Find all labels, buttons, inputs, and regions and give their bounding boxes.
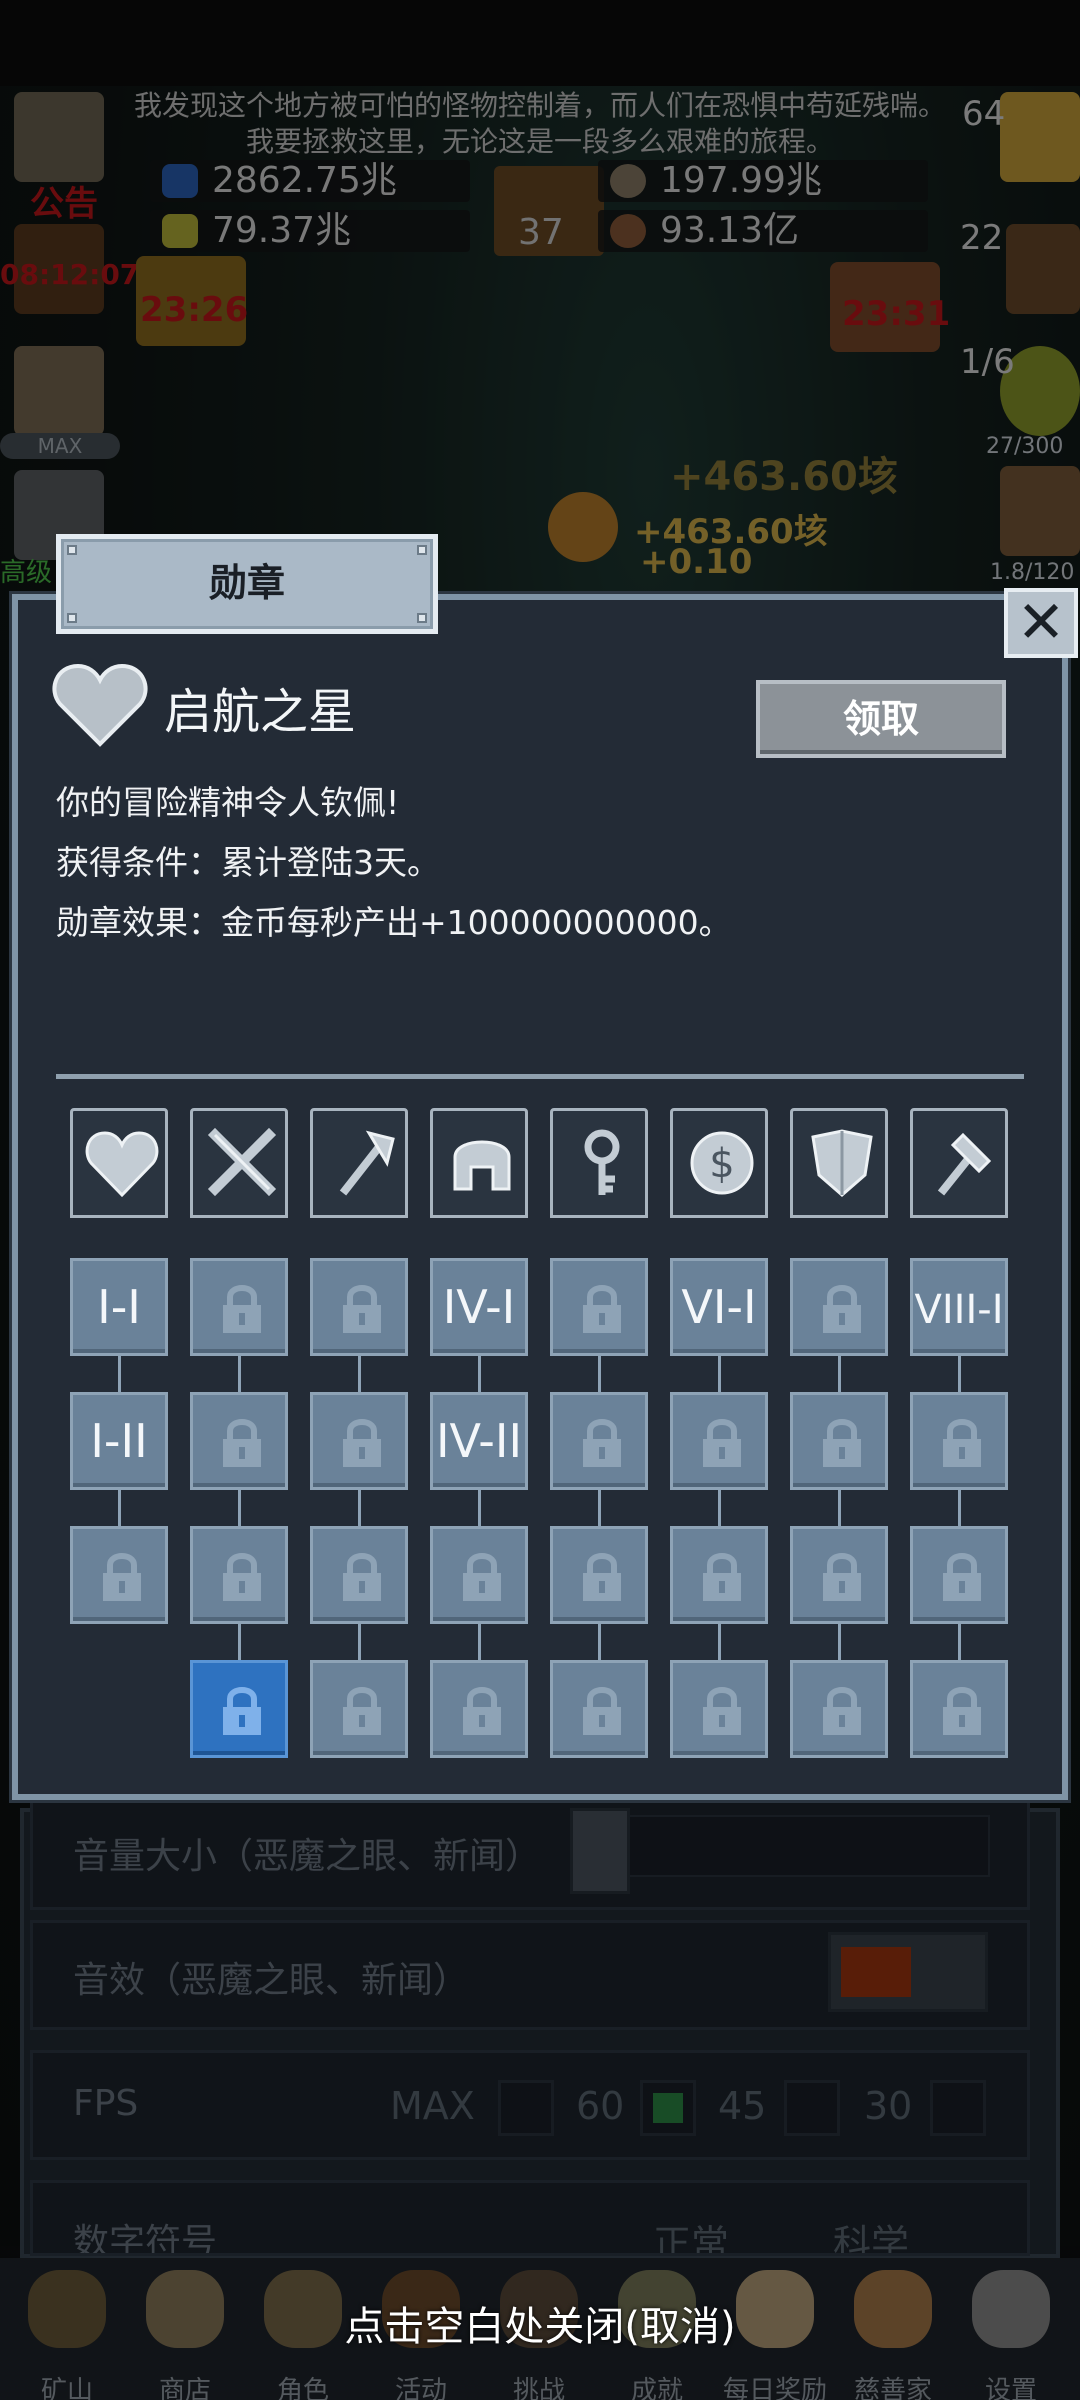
cell-connector [358,1356,361,1394]
medal-cell-locked[interactable] [790,1526,888,1624]
close-hint[interactable]: 点击空白处关闭(取消) [0,2294,1080,2352]
medal-cell-locked[interactable] [550,1526,648,1624]
medal-cell-unlocked[interactable]: IV-I [430,1258,528,1356]
medal-category-helmet[interactable] [430,1108,528,1218]
cell-connector [598,1624,601,1662]
medal-cell-selected-locked[interactable] [190,1660,288,1758]
cell-connector [358,1624,361,1662]
medal-cell-locked[interactable] [790,1258,888,1356]
close-icon: ✕ [1016,588,1066,656]
helmet-icon [453,1140,511,1191]
rivet [67,545,77,555]
medal-cell-locked[interactable] [910,1660,1008,1758]
cell-connector [958,1356,961,1394]
claim-button[interactable]: 领取 [756,680,1006,758]
medal-cell-locked[interactable] [910,1392,1008,1490]
medal-cell-locked[interactable] [190,1526,288,1624]
cell-connector [478,1624,481,1662]
medal-cell-locked[interactable] [430,1660,528,1758]
medal-cell-locked[interactable] [550,1258,648,1356]
medal-cell-locked[interactable] [190,1258,288,1356]
cell-connector [118,1490,121,1528]
medal-cell-locked[interactable] [70,1526,168,1624]
medal-effect: 勋章效果：金币每秒产出+100000000000。 [56,903,732,942]
medal-cell-unlocked[interactable]: VI-I [670,1258,768,1356]
cell-connector [838,1356,841,1394]
medal-cell-label: IV-I [442,1280,516,1334]
coin-icon: $ [690,1131,754,1195]
medal-cell-locked[interactable] [910,1526,1008,1624]
cell-connector [358,1490,361,1528]
crossed-swords-icon [207,1127,277,1197]
medal-name: 启航之星 [164,684,357,740]
rivet [417,545,427,555]
cell-connector [718,1356,721,1394]
cell-connector [478,1356,481,1394]
medal-cell-locked[interactable] [790,1392,888,1490]
medal-cell-locked[interactable] [670,1392,768,1490]
medal-cell-locked[interactable] [310,1392,408,1490]
medal-cell-locked[interactable] [310,1660,408,1758]
cell-connector [838,1624,841,1662]
rivet [417,613,427,623]
cell-connector [958,1490,961,1528]
dialog-title: 勋章 [208,561,285,605]
medal-flavor-text: 你的冒险精神令人钦佩! [56,783,400,822]
medal-category-heart[interactable] [70,1108,168,1218]
medal-category-hammer[interactable] [910,1108,1008,1218]
cell-connector [118,1356,121,1394]
medal-cell-unlocked[interactable]: VIII-I [910,1258,1008,1356]
key-icon [584,1129,620,1195]
cell-connector [718,1624,721,1662]
medal-cell-locked[interactable] [670,1660,768,1758]
rivet [67,613,77,623]
cell-connector [238,1356,241,1394]
medal-cell-locked[interactable] [790,1660,888,1758]
cell-connector [598,1356,601,1394]
cell-connector [598,1490,601,1528]
medal-condition: 获得条件：累计登陆3天。 [56,843,440,882]
medal-cell-locked[interactable] [310,1526,408,1624]
heart-icon [85,1131,159,1198]
medal-cell-locked[interactable] [550,1660,648,1758]
medal-cell-label: VIII-I [914,1287,1004,1333]
medal-category-axe[interactable] [310,1108,408,1218]
medal-cell-locked[interactable] [310,1258,408,1356]
cell-connector [238,1490,241,1528]
shield-icon [811,1129,873,1197]
cell-connector [958,1624,961,1662]
medal-cell-unlocked[interactable]: I-I [70,1258,168,1356]
medal-category-key[interactable] [550,1108,648,1218]
dialog-title-tab: 勋章 [56,534,438,634]
medal-category-shield[interactable] [790,1108,888,1218]
cell-connector [838,1490,841,1528]
medal-cell-label: IV-II [435,1414,523,1468]
medal-cell-unlocked[interactable]: I-II [70,1392,168,1490]
medal-cell-label: I-II [90,1414,148,1468]
cell-connector [238,1624,241,1662]
cell-connector [718,1490,721,1528]
medal-cell-locked[interactable] [430,1526,528,1624]
selected-medal-heart-icon [52,660,148,750]
medal-cell-unlocked[interactable]: IV-II [430,1392,528,1490]
medal-category-crossed-swords[interactable] [190,1108,288,1218]
close-button[interactable]: ✕ [1004,588,1078,658]
cell-connector [478,1490,481,1528]
medal-cell-label: I-I [97,1280,141,1334]
hammer-icon [937,1132,992,1196]
medal-cell-label: VI-I [681,1280,757,1334]
medal-cell-locked[interactable] [670,1526,768,1624]
medal-cell-locked[interactable] [190,1392,288,1490]
svg-text:$: $ [709,1141,734,1187]
medal-cell-locked[interactable] [550,1392,648,1490]
divider [56,1074,1024,1079]
axe-icon [339,1130,395,1196]
medal-category-coin[interactable]: $ [670,1108,768,1218]
